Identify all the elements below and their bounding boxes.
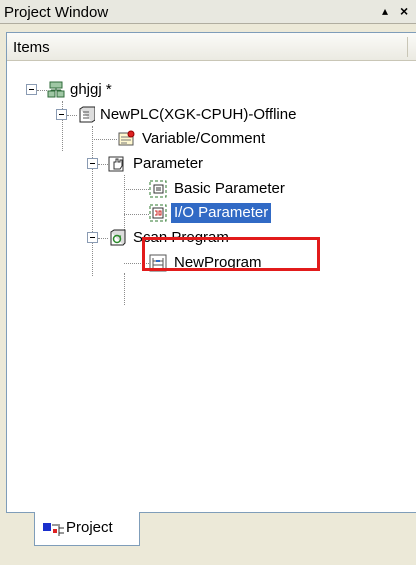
network-project-icon <box>47 81 65 99</box>
basic-parameter-icon <box>149 180 167 198</box>
variable-comment-icon <box>117 130 135 148</box>
tree-line <box>37 90 47 91</box>
tab-project[interactable]: Project <box>34 512 140 546</box>
parameter-hand-icon <box>108 155 126 173</box>
window-titlebar: Project Window ▴ × <box>0 0 416 24</box>
tree-line <box>124 263 149 264</box>
tree-line <box>98 164 108 165</box>
dock-arrow-button[interactable]: ▴ <box>382 3 388 19</box>
program-ladder-icon <box>149 254 167 272</box>
root-project-label: ghjgj * <box>70 81 112 98</box>
items-header-label: Items <box>13 39 50 56</box>
tree-line <box>67 115 77 116</box>
collapse-parameter-toggle[interactable] <box>87 158 98 169</box>
new-program-label: NewProgram <box>174 254 262 271</box>
scan-program-icon <box>108 229 126 247</box>
collapse-plc-toggle[interactable] <box>56 109 67 120</box>
items-column-header[interactable]: Items <box>7 33 416 61</box>
header-separator <box>407 37 408 57</box>
io-parameter-icon <box>149 204 167 222</box>
scan-program-label: Scan Program <box>133 229 229 246</box>
window-title: Project Window <box>4 4 109 21</box>
basic-parameter-label: Basic Parameter <box>174 180 285 197</box>
collapse-scan-program-toggle[interactable] <box>87 232 98 243</box>
project-tree-panel: Items ghjgj * NewPLC(XGK-CPUH)-Offline V… <box>6 32 416 512</box>
close-button[interactable]: × <box>400 3 408 19</box>
parameter-label: Parameter <box>133 155 204 172</box>
tree-line <box>124 189 149 190</box>
tree-line <box>124 214 149 215</box>
variable-comment-label: Variable/Comment <box>142 130 266 147</box>
bottom-tabstrip: Project <box>6 512 416 565</box>
project-tab-icon <box>43 520 65 538</box>
tree-line <box>92 126 93 276</box>
tree-line <box>92 139 117 140</box>
tab-project-label: Project <box>66 519 113 536</box>
io-parameter-label: I/O Parameter <box>171 203 272 223</box>
tree-line <box>124 273 125 305</box>
plc-label: NewPLC(XGK-CPUH)-Offline <box>100 106 297 123</box>
tree-line <box>124 175 125 230</box>
plc-module-icon <box>77 106 95 124</box>
collapse-root-toggle[interactable] <box>26 84 37 95</box>
tree-line <box>98 238 108 239</box>
